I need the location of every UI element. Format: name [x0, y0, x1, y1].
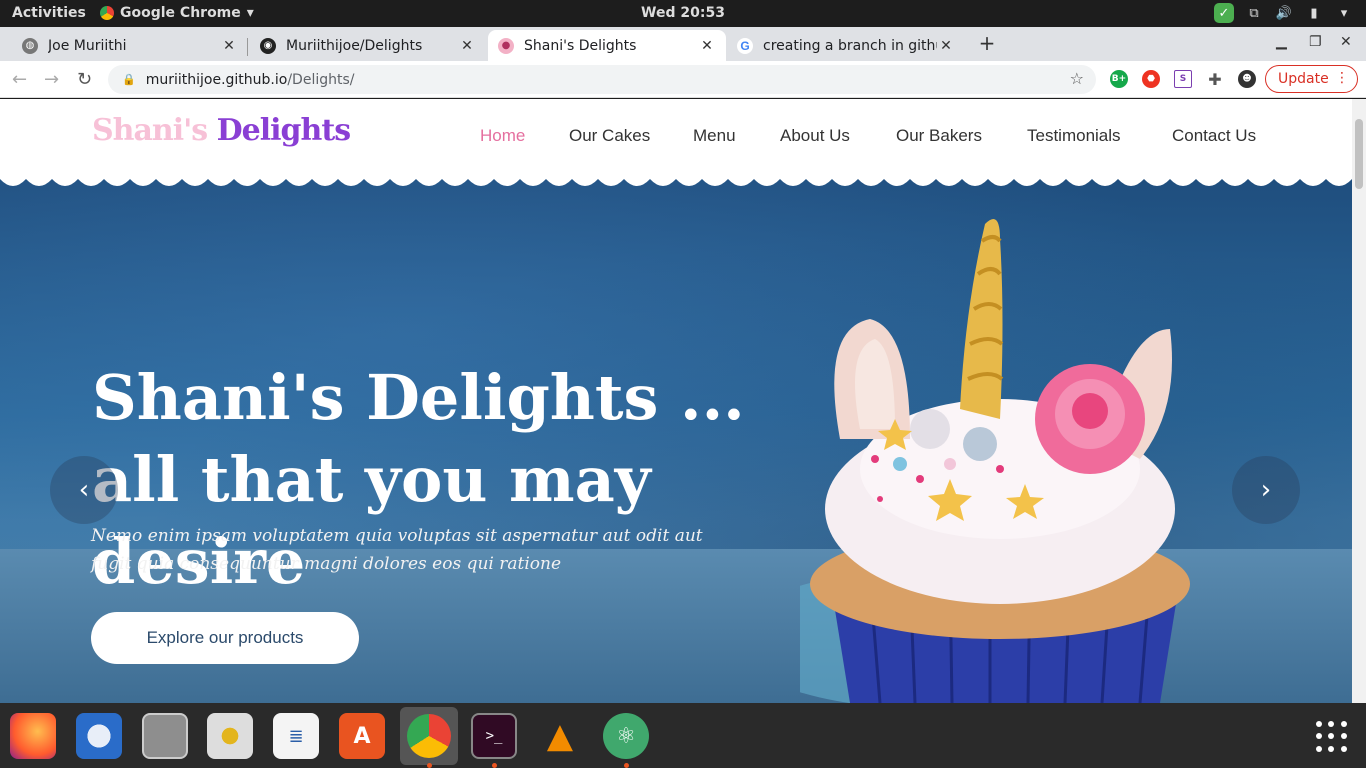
- close-icon[interactable]: ✕: [698, 38, 716, 54]
- nav-contact-us[interactable]: Contact Us: [1172, 126, 1256, 146]
- system-top-bar: Activities Google Chrome ▾ Wed 20:53 ✓ ⧉…: [0, 0, 1366, 27]
- software-center-icon[interactable]: A: [339, 713, 385, 759]
- lock-icon[interactable]: 🔒: [122, 73, 136, 86]
- shield-check-icon[interactable]: ✓: [1214, 3, 1234, 23]
- tab-joe-muriithi[interactable]: ◍ Joe Muriithi ✕: [12, 30, 248, 61]
- nav-home[interactable]: Home: [480, 126, 525, 146]
- carousel-prev-button[interactable]: ‹: [50, 456, 118, 524]
- close-icon[interactable]: ✕: [458, 38, 476, 54]
- system-tray[interactable]: ✓ ⧉ 🔊 ▮ ▾: [1214, 3, 1354, 23]
- more-vert-icon[interactable]: ⋮: [1335, 70, 1349, 86]
- url-host: muriithijoe.github.io: [145, 71, 288, 88]
- scallop-border: [0, 177, 1352, 186]
- update-button[interactable]: Update ⋮: [1265, 65, 1358, 93]
- tab-creating-branch[interactable]: G creating a branch in githu ✕: [727, 30, 965, 61]
- volume-icon[interactable]: 🔊: [1274, 3, 1294, 23]
- ubuntu-dock: ≣ A >_ ▲ ⚛: [0, 703, 1366, 768]
- forward-icon[interactable]: →: [44, 69, 59, 90]
- libreoffice-writer-icon[interactable]: ≣: [273, 713, 319, 759]
- extensions-puzzle-icon[interactable]: ✚: [1206, 70, 1224, 89]
- thunderbird-icon[interactable]: [76, 713, 122, 759]
- network-icon[interactable]: ⧉: [1244, 3, 1264, 23]
- tab-title: Joe Muriithi: [48, 37, 127, 54]
- reload-icon[interactable]: ↻: [77, 69, 92, 90]
- atom-icon[interactable]: ⚛: [603, 713, 649, 759]
- url-path: /Delights/: [287, 71, 355, 88]
- nav-menu[interactable]: Menu: [693, 126, 736, 146]
- tab-title: Shani's Delights: [524, 37, 637, 54]
- rhythmbox-icon[interactable]: [207, 713, 253, 759]
- battery-icon[interactable]: ▮: [1304, 3, 1324, 23]
- update-label: Update: [1278, 71, 1329, 87]
- running-indicator: [492, 763, 497, 768]
- globe-icon: ◍: [22, 37, 38, 54]
- cupcake-icon: ●: [498, 37, 514, 54]
- github-icon: ◉: [260, 37, 276, 54]
- logo-text-delights: Delights: [216, 113, 351, 148]
- profile-avatar[interactable]: ☻: [1238, 70, 1256, 88]
- web-page: Shani's Delights Home Our Cakes Menu Abo…: [0, 99, 1352, 703]
- explore-products-button[interactable]: Explore our products: [91, 612, 359, 664]
- running-indicator: [427, 763, 432, 768]
- logo-text-shanis: Shani's: [92, 113, 208, 148]
- bookmark-star-icon[interactable]: ☆: [1070, 69, 1084, 88]
- nav-our-bakers[interactable]: Our Bakers: [896, 126, 982, 146]
- carousel-next-button[interactable]: ›: [1232, 456, 1300, 524]
- close-window-button[interactable]: ✕: [1340, 34, 1352, 50]
- scrollbar-thumb[interactable]: [1355, 119, 1363, 189]
- back-icon[interactable]: ←: [12, 69, 27, 90]
- nav-about-us[interactable]: About Us: [780, 126, 850, 146]
- minimize-button[interactable]: ▁: [1276, 34, 1287, 50]
- vlc-icon[interactable]: ▲: [537, 713, 583, 759]
- tab-separator: [247, 38, 248, 56]
- grammarly-extension-icon[interactable]: B+: [1110, 70, 1128, 88]
- clock[interactable]: Wed 20:53: [0, 5, 1366, 21]
- tab-title: creating a branch in githu: [763, 37, 937, 54]
- new-tab-button[interactable]: +: [975, 32, 999, 56]
- site-logo[interactable]: Shani's Delights: [92, 113, 351, 148]
- google-icon: G: [737, 37, 753, 54]
- hero-subtitle: Nemo enim ipsam voluptatem quia voluptas…: [91, 526, 703, 574]
- tab-strip: ◍ Joe Muriithi ✕ ◉ Muriithijoe/Delights …: [0, 27, 1366, 61]
- close-icon[interactable]: ✕: [220, 38, 238, 54]
- browser-toolbar: ← → ↻ 🔒 muriithijoe.github.io/Delights/ …: [0, 61, 1366, 98]
- tab-muriithijoe-delights[interactable]: ◉ Muriithijoe/Delights ✕: [250, 30, 486, 61]
- maximize-button[interactable]: ❐: [1309, 34, 1322, 50]
- chrome-dock-icon[interactable]: [400, 707, 458, 765]
- page-scrollbar[interactable]: [1352, 99, 1366, 703]
- s-extension-icon[interactable]: S: [1174, 70, 1192, 88]
- red-extension-icon[interactable]: ⬣: [1142, 70, 1160, 88]
- show-applications-icon[interactable]: [1316, 721, 1348, 753]
- firefox-icon[interactable]: [10, 713, 56, 759]
- chevron-down-icon[interactable]: ▾: [1334, 3, 1354, 23]
- address-bar[interactable]: 🔒 muriithijoe.github.io/Delights/ ☆: [108, 65, 1096, 94]
- nav-our-cakes[interactable]: Our Cakes: [569, 126, 650, 146]
- close-icon[interactable]: ✕: [937, 38, 955, 54]
- files-icon[interactable]: [142, 713, 188, 759]
- chrome-logo: [407, 714, 451, 758]
- tab-title: Muriithijoe/Delights: [286, 37, 423, 54]
- cupcake-image: [800, 219, 1190, 703]
- running-indicator: [624, 763, 629, 768]
- hero-title-line1: Shani's Delights ...: [92, 361, 745, 434]
- hero-carousel: Shani's Delights ... all that you may de…: [0, 179, 1352, 703]
- nav-testimonials[interactable]: Testimonials: [1027, 126, 1121, 146]
- site-navbar: Shani's Delights Home Our Cakes Menu Abo…: [0, 99, 1352, 179]
- terminal-icon[interactable]: >_: [471, 713, 517, 759]
- tab-shanis-delights[interactable]: ● Shani's Delights ✕: [488, 30, 726, 61]
